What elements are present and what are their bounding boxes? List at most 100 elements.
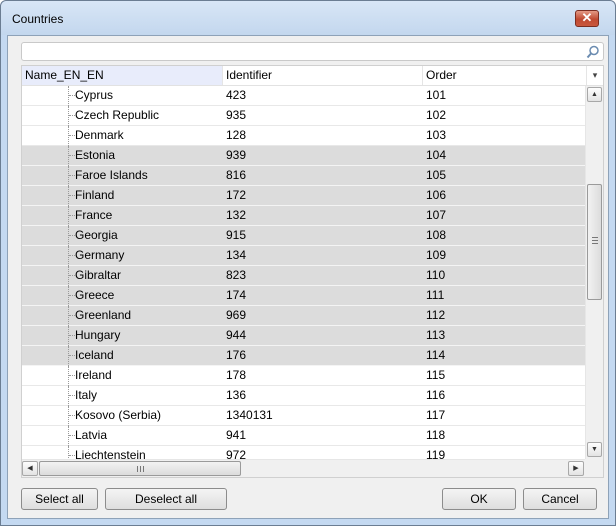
table-row[interactable]: Greece 174 111 <box>22 286 585 306</box>
cell-name: Iceland <box>75 348 114 362</box>
vertical-scroll-thumb[interactable] <box>587 184 602 300</box>
search-icon[interactable] <box>586 45 600 59</box>
table-row[interactable]: Czech Republic 935 102 <box>22 106 585 126</box>
cell-order: 117 <box>426 408 446 422</box>
table-row[interactable]: Kosovo (Serbia) 1340131 117 <box>22 406 585 426</box>
scroll-left-button[interactable]: ◀ <box>22 461 38 476</box>
table-row[interactable]: Italy 136 116 <box>22 386 585 406</box>
vertical-scrollbar[interactable]: ▲ ▼ <box>585 86 603 459</box>
cell-order: 113 <box>426 328 446 342</box>
cell-identifier: 935 <box>226 108 247 122</box>
cell-identifier: 132 <box>226 208 247 222</box>
title-bar[interactable]: Countries ✕ <box>1 1 615 35</box>
ok-button[interactable]: OK <box>442 488 516 510</box>
cell-identifier: 423 <box>226 88 247 102</box>
table-row[interactable]: Denmark 128 103 <box>22 126 585 146</box>
column-header-order[interactable]: Order <box>423 66 587 85</box>
cell-name: Latvia <box>75 428 108 442</box>
cell-order: 102 <box>426 108 447 122</box>
cell-name: Faroe Islands <box>75 168 148 182</box>
column-header-identifier[interactable]: Identifier <box>223 66 423 85</box>
cell-identifier: 941 <box>226 428 247 442</box>
grip-line <box>140 466 141 472</box>
table-row[interactable]: Germany 134 109 <box>22 246 585 266</box>
table-row[interactable]: Latvia 941 118 <box>22 426 585 446</box>
cancel-button[interactable]: Cancel <box>523 488 597 510</box>
table-row[interactable]: Cyprus 423 101 <box>22 86 585 106</box>
cell-identifier: 944 <box>226 328 247 342</box>
cell-order: 101 <box>426 88 447 102</box>
cell-order: 115 <box>426 368 446 382</box>
table-row[interactable]: Iceland 176 114 <box>22 346 585 366</box>
cell-name: Italy <box>75 388 98 402</box>
cell-identifier: 136 <box>226 388 247 402</box>
cell-name: Cyprus <box>75 88 114 102</box>
cell-name: Germany <box>75 248 125 262</box>
cell-order: 108 <box>426 228 447 242</box>
scroll-down-button[interactable]: ▼ <box>587 442 602 457</box>
table-row[interactable]: Estonia 939 104 <box>22 146 585 166</box>
cell-name: Kosovo (Serbia) <box>75 408 162 422</box>
grip-line <box>592 240 598 241</box>
cell-identifier: 1340131 <box>226 408 273 422</box>
cell-identifier: 128 <box>226 128 247 142</box>
cell-name: Greenland <box>75 308 132 322</box>
cell-order: 118 <box>426 428 446 442</box>
select-all-button[interactable]: Select all <box>21 488 98 510</box>
cell-order: 112 <box>426 308 446 322</box>
grip-line <box>143 466 144 472</box>
cell-identifier: 174 <box>226 288 247 302</box>
deselect-all-button[interactable]: Deselect all <box>105 488 227 510</box>
horizontal-scrollbar[interactable]: ◀ ▶ <box>22 459 585 477</box>
cell-name: Greece <box>75 288 115 302</box>
column-chooser-icon[interactable]: ▾ <box>587 66 603 85</box>
dialog-body: Name_EN_EN Identifier Order ▾ Cyprus 423 1… <box>7 35 609 519</box>
cell-identifier: 915 <box>226 228 247 242</box>
cell-identifier: 816 <box>226 168 247 182</box>
cell-identifier: 972 <box>226 448 247 459</box>
cell-name: Estonia <box>75 148 116 162</box>
close-icon: ✕ <box>581 10 593 25</box>
cell-identifier: 172 <box>226 188 247 202</box>
cell-identifier: 134 <box>226 248 247 262</box>
cell-name: Gibraltar <box>75 268 122 282</box>
scroll-right-button[interactable]: ▶ <box>568 461 584 476</box>
cell-name: Georgia <box>75 228 118 242</box>
cell-order: 109 <box>426 248 447 262</box>
cell-name: Denmark <box>75 128 124 142</box>
cell-name: Hungary <box>75 328 121 342</box>
horizontal-scroll-thumb[interactable] <box>39 461 241 476</box>
cell-order: 104 <box>426 148 447 162</box>
cell-identifier: 969 <box>226 308 247 322</box>
table-row[interactable]: France 132 107 <box>22 206 585 226</box>
cell-order: 106 <box>426 188 447 202</box>
table-header: Name_EN_EN Identifier Order ▾ <box>22 66 603 86</box>
cell-identifier: 823 <box>226 268 247 282</box>
table-row[interactable]: Hungary 944 113 <box>22 326 585 346</box>
cell-order: 116 <box>426 388 446 402</box>
close-button[interactable]: ✕ <box>575 10 599 27</box>
cell-name: Liechtenstein <box>75 448 146 459</box>
table-row[interactable]: Ireland 178 115 <box>22 366 585 386</box>
grip-line <box>592 237 598 238</box>
scrollbar-corner <box>585 459 603 477</box>
table-row[interactable]: Georgia 915 108 <box>22 226 585 246</box>
cell-identifier: 939 <box>226 148 247 162</box>
countries-dialog: Countries ✕ Name_EN_EN Identifier Order … <box>0 0 616 526</box>
scroll-up-button[interactable]: ▲ <box>587 87 602 102</box>
cell-name: Ireland <box>75 368 112 382</box>
column-header-name[interactable]: Name_EN_EN <box>22 66 223 85</box>
search-field[interactable] <box>21 42 604 61</box>
cell-order: 107 <box>426 208 447 222</box>
table-row[interactable]: Faroe Islands 816 105 <box>22 166 585 186</box>
cell-order: 110 <box>426 268 446 282</box>
cell-name: France <box>75 208 113 222</box>
cell-order: 103 <box>426 128 447 142</box>
cell-name: Czech Republic <box>75 108 160 122</box>
cell-order: 114 <box>426 348 446 362</box>
table-row[interactable]: Liechtenstein 972 119 <box>22 446 585 459</box>
table-row[interactable]: Gibraltar 823 110 <box>22 266 585 286</box>
table-row[interactable]: Finland 172 106 <box>22 186 585 206</box>
cell-order: 111 <box>426 288 445 302</box>
table-row[interactable]: Greenland 969 112 <box>22 306 585 326</box>
